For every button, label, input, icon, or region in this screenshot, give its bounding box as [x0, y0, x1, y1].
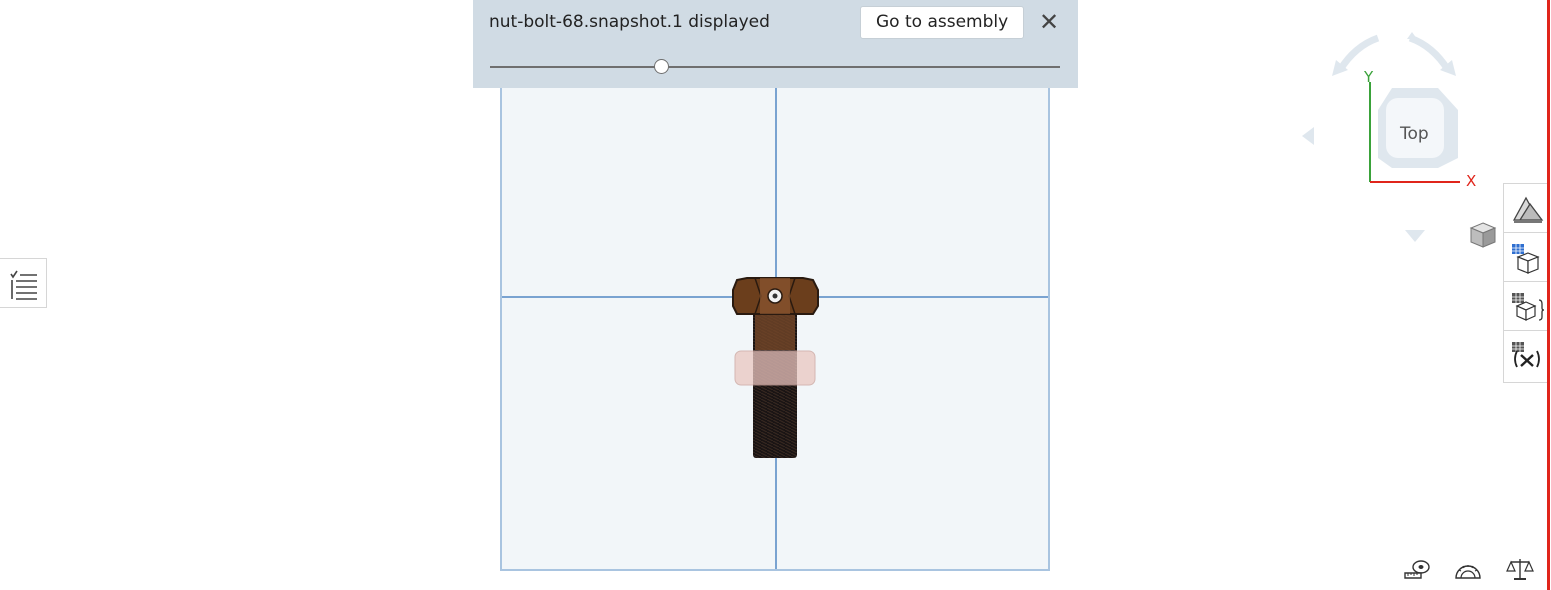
mass-properties-icon[interactable] — [1506, 556, 1534, 582]
go-to-assembly-button[interactable]: Go to assembly — [860, 6, 1025, 39]
bolt-model[interactable] — [725, 270, 825, 465]
rotate-left-arrow-icon — [1337, 34, 1380, 72]
arrow-down-icon — [1405, 230, 1425, 242]
right-tool-panel — [1503, 183, 1547, 383]
arrow-left-icon — [1302, 127, 1314, 145]
snapshot-title: nut-bolt-68.snapshot.1 displayed — [489, 12, 770, 32]
y-axis-label: Y — [1364, 68, 1374, 86]
properties-icon[interactable] — [1504, 282, 1547, 331]
view-cube[interactable]: Top Y X — [1300, 18, 1520, 250]
snapshot-slider-track[interactable] — [490, 66, 1060, 68]
measure-tape-icon[interactable] — [1403, 556, 1431, 582]
appearance-icon[interactable] — [1504, 184, 1547, 233]
cube-view-icon[interactable] — [1468, 220, 1498, 250]
view-cube-face-label[interactable]: Top — [1400, 124, 1429, 144]
arrow-up-icon — [1407, 32, 1417, 39]
variables-icon[interactable] — [1504, 331, 1547, 380]
snapshot-slider-thumb[interactable] — [653, 59, 669, 74]
document-edge-accent — [1547, 0, 1550, 590]
list-icon[interactable] — [0, 258, 47, 308]
rotate-right-arrow-icon — [1408, 34, 1451, 72]
x-axis-label: X — [1466, 172, 1477, 190]
configurations-icon[interactable] — [1504, 233, 1547, 282]
close-icon[interactable]: ✕ — [1036, 9, 1062, 35]
protractor-icon[interactable] — [1454, 556, 1482, 582]
